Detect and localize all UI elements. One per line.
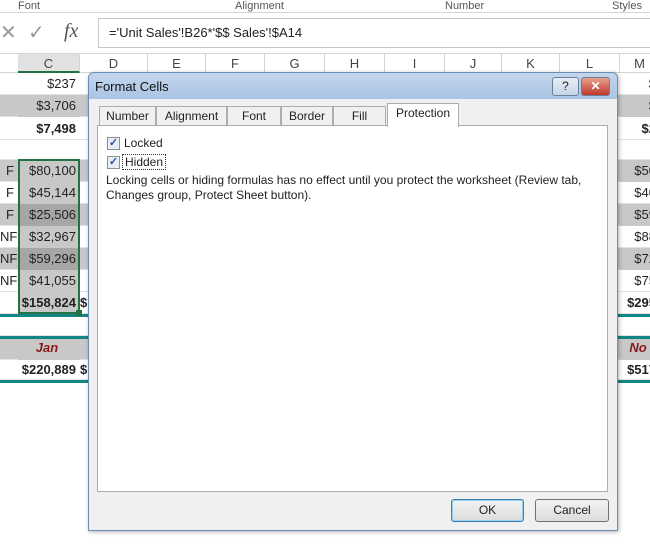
tab-number[interactable]: Number xyxy=(99,106,156,126)
cell-m[interactable]: $72 xyxy=(620,248,650,270)
ribbon-group-number: Number xyxy=(445,0,485,12)
cell-c[interactable]: Jan xyxy=(18,336,80,360)
locked-label[interactable]: Locked xyxy=(124,136,163,150)
help-button[interactable]: ? xyxy=(552,77,579,96)
column-header-j[interactable]: J xyxy=(445,54,502,73)
cell-m[interactable]: $40 xyxy=(620,182,650,204)
cell-m[interactable]: $295 xyxy=(620,292,650,314)
cell-b[interactable]: F xyxy=(0,160,18,182)
column-header-k[interactable]: K xyxy=(502,54,560,73)
cell-b[interactable]: NF xyxy=(0,226,18,248)
cell-c[interactable]: $220,889 xyxy=(18,360,80,380)
ribbon-group-styles: Styles xyxy=(612,0,642,12)
cell-m[interactable]: $59 xyxy=(620,204,650,226)
ribbon-group-font: Font xyxy=(18,0,41,12)
cell-m[interactable]: $88 xyxy=(620,226,650,248)
cell-c[interactable]: $3,706 xyxy=(18,95,80,117)
cell-b[interactable]: NF xyxy=(0,270,18,292)
cell-b[interactable]: F xyxy=(0,204,18,226)
column-header-h[interactable]: H xyxy=(325,54,385,73)
formula-bar-buttons: ✕ ✓ fx xyxy=(0,20,95,48)
cell-b[interactable]: NF xyxy=(0,248,18,270)
tab-font[interactable]: Font xyxy=(227,106,281,126)
protection-panel: ✓ Locked ✓ Hidden Locking cells or hidin… xyxy=(97,125,608,492)
column-header-d[interactable]: D xyxy=(80,54,148,73)
column-header-e[interactable]: E xyxy=(148,54,206,73)
hidden-checkbox[interactable]: ✓ xyxy=(107,156,120,169)
insert-function-icon[interactable]: fx xyxy=(64,20,78,43)
cell-m[interactable]: No xyxy=(620,336,650,360)
ok-button[interactable]: OK xyxy=(451,499,524,522)
format-cells-dialog: Format Cells ? ✕ Number Alignment Font B… xyxy=(88,72,618,531)
cell-m[interactable]: $50 xyxy=(620,160,650,182)
fill-handle[interactable] xyxy=(76,310,82,316)
cell-c[interactable]: $237 xyxy=(18,73,80,95)
cell-m[interactable]: $ xyxy=(620,73,650,95)
enter-icon[interactable]: ✓ xyxy=(28,20,45,45)
ribbon-group-labels: Font Alignment Number Styles xyxy=(0,0,650,13)
protection-description: Locking cells or hiding formulas has no … xyxy=(106,173,582,202)
cancel-button[interactable]: Cancel xyxy=(535,499,609,522)
cell-b[interactable]: F xyxy=(0,182,18,204)
dialog-title-bar[interactable]: Format Cells ? ✕ xyxy=(89,73,617,99)
cell-m[interactable]: $2 xyxy=(620,117,650,140)
tab-protection[interactable]: Protection xyxy=(387,103,459,127)
locked-checkbox[interactable]: ✓ xyxy=(107,137,120,150)
column-header-l[interactable]: L xyxy=(560,54,620,73)
cell-selection[interactable] xyxy=(18,159,80,314)
cell-m[interactable]: $517 xyxy=(620,360,650,380)
formula-input[interactable]: ='Unit Sales'!B26*'$$ Sales'!$A14 xyxy=(98,18,650,48)
tab-fill[interactable]: Fill xyxy=(333,106,386,126)
column-header-f[interactable]: F xyxy=(206,54,265,73)
column-header-m[interactable]: M xyxy=(620,54,650,73)
tab-border[interactable]: Border xyxy=(281,106,333,126)
cell-m[interactable]: $75 xyxy=(620,270,650,292)
ribbon-group-alignment: Alignment xyxy=(235,0,284,12)
cell-c[interactable]: $7,498 xyxy=(18,117,80,140)
cancel-icon[interactable]: ✕ xyxy=(0,20,17,45)
close-button[interactable]: ✕ xyxy=(581,77,610,96)
column-header-c[interactable]: C xyxy=(18,54,80,73)
dialog-title: Format Cells xyxy=(95,79,169,94)
hidden-label[interactable]: Hidden xyxy=(122,154,167,170)
column-headers: C D E F G H I J K L M xyxy=(0,54,650,73)
tab-alignment[interactable]: Alignment xyxy=(156,106,227,126)
column-header-g[interactable]: G xyxy=(265,54,325,73)
column-header-i[interactable]: I xyxy=(385,54,445,73)
cell-m[interactable]: $ xyxy=(620,95,650,117)
